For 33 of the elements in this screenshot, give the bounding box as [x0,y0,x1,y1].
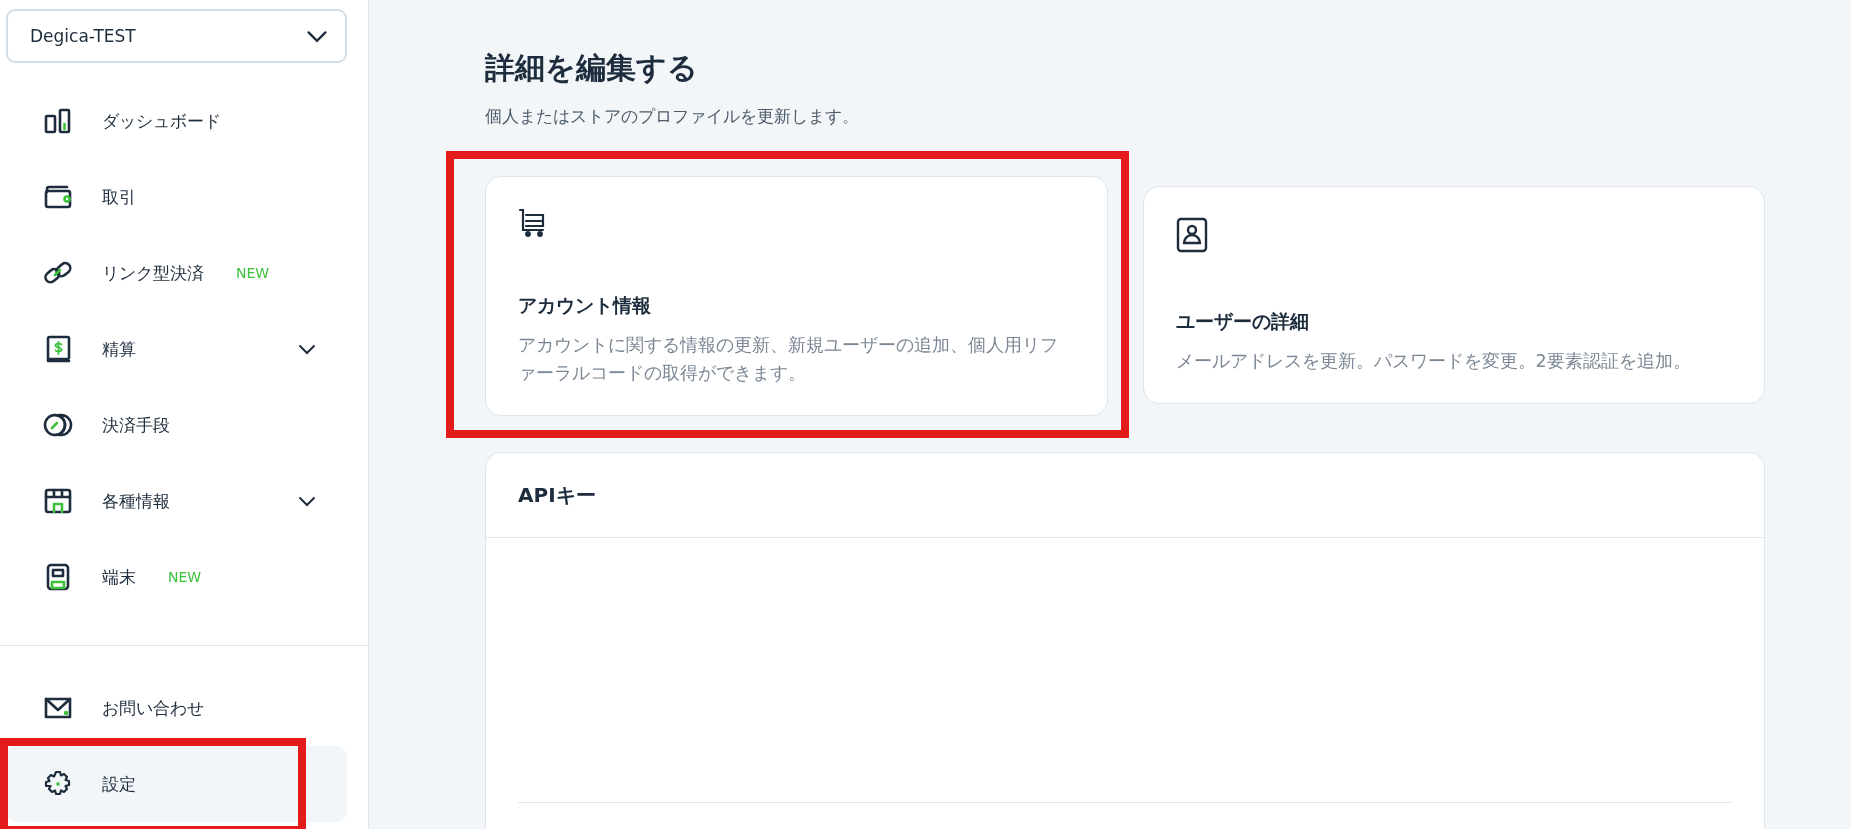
card-title: アカウント情報 [518,293,652,318]
new-label: NEW [236,265,270,281]
nav-item[interactable]: お問い合わせ [6,670,347,746]
nav-label: 各種情報 [102,489,170,513]
card-description: アカウントに関する情報の更新、新規ユーザーの追加、個人用リファーラルコードの取得ができます。 [518,334,1059,385]
nav-item[interactable]: ダッシュボード [6,83,347,159]
nav-label: 端末 [102,565,136,589]
nav-label: リンク型決済 [102,261,204,285]
nav-item[interactable]: 端末 NEW [6,539,347,615]
card-description: メールアドレスを更新。パスワードを変更。2要素認証を追加。 [1175,349,1692,373]
nav-label: 決済手段 [102,413,170,437]
nav-item[interactable]: 各種情報 [6,463,347,539]
settings-card[interactable]: ユーザーの詳細 メールアドレスを更新。パスワードを変更。2要素認証を追加。 [1142,185,1765,404]
nav-label: お問い合わせ [102,696,204,720]
account-dropdown[interactable]: Degica-TEST [6,9,347,63]
nav-item[interactable]: 決済手段 [6,387,347,463]
nav-item[interactable]: リンク型決済 NEW [6,235,347,311]
nav-label: 取引 [102,185,136,209]
nav-label: ダッシュボード [102,109,221,133]
new-label: NEW [168,569,202,585]
nav-item[interactable]: 取引 [6,159,347,235]
panel-title: APIキー [518,481,596,509]
store-icon [43,486,73,516]
bar-chart-icon [43,106,73,136]
settings-card[interactable]: アカウント情報 アカウントに関する情報の更新、新規ユーザーの追加、個人用リファーラルコードの取得ができます。 [485,176,1108,416]
page-title: 詳細を編集する [485,49,699,87]
nav-item[interactable]: 精算 [6,311,347,387]
card-title: ユーザーの詳細 [1175,308,1310,334]
nav-item[interactable]: 設定 [6,746,347,822]
nav-label: 精算 [102,337,136,361]
page-subtitle: 個人またはストアのプロファイルを更新します。 [485,105,860,128]
contact-card-icon [1175,216,1208,253]
nav-label: 設定 [102,772,136,796]
